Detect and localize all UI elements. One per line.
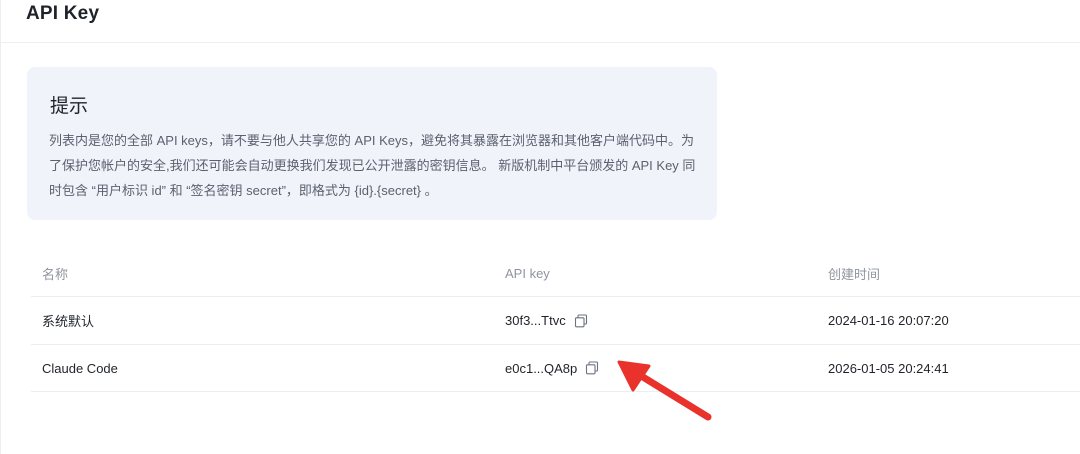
notice-title: 提示 bbox=[50, 96, 89, 117]
row-name: Claude Code bbox=[42, 360, 118, 376]
api-key-value: e0c1...QA8p bbox=[505, 360, 578, 376]
page-header: API Key bbox=[1, 0, 1080, 43]
column-header-created: 创建时间 bbox=[828, 266, 881, 282]
row-created: 2026-01-05 20:24:41 bbox=[828, 360, 949, 376]
api-key-value: 30f3...Ttvc bbox=[505, 313, 566, 328]
api-key-table: 名称 API key 创建时间 系统默认 30f3...Ttvc 2024-01… bbox=[31, 250, 1080, 392]
table-row: Claude Code e0c1...QA8p 2026-01-05 20:24… bbox=[31, 344, 1080, 392]
notice-body: 列表内是您的全部 API keys，请不要与他人共享您的 API Keys，避免… bbox=[49, 133, 696, 198]
notice-box: 提示 列表内是您的全部 API keys，请不要与他人共享您的 API Keys… bbox=[27, 67, 717, 220]
column-header-api-key: API key bbox=[505, 265, 550, 281]
row-api-key: e0c1...QA8p bbox=[505, 345, 599, 391]
table-row: 系统默认 30f3...Ttvc 2024-01-16 20:07:20 bbox=[31, 296, 1080, 344]
row-name: 系统默认 bbox=[42, 314, 95, 329]
column-header-name: 名称 bbox=[42, 266, 69, 282]
api-key-page: API Key 提示 列表内是您的全部 API keys，请不要与他人共享您的 … bbox=[0, 0, 1080, 454]
row-created: 2024-01-16 20:07:20 bbox=[828, 313, 949, 328]
table-header: 名称 API key 创建时间 bbox=[31, 250, 1080, 296]
row-api-key: 30f3...Ttvc bbox=[505, 297, 588, 344]
copy-icon[interactable] bbox=[574, 313, 588, 328]
page-title: API Key bbox=[26, 3, 100, 24]
copy-icon[interactable] bbox=[585, 361, 599, 375]
